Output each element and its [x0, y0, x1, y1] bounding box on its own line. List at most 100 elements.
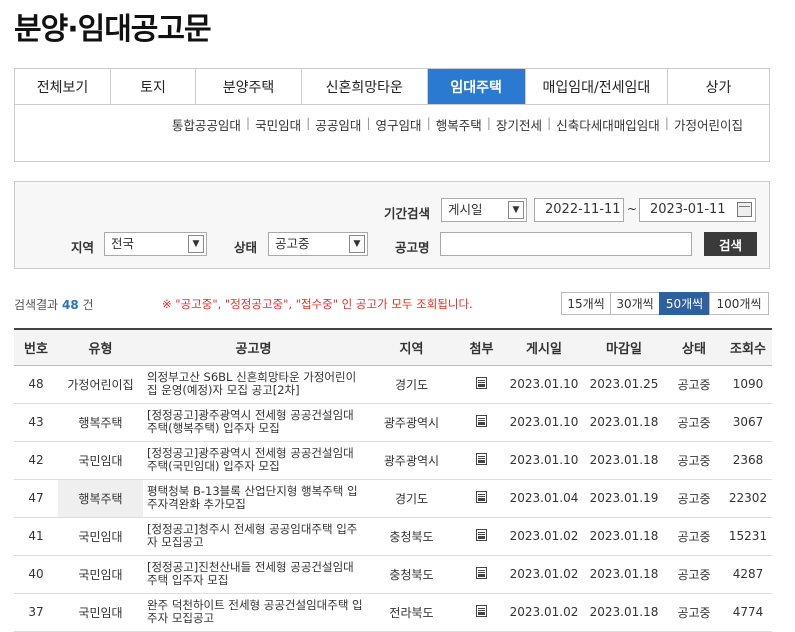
- cell-title-link[interactable]: 의정부고산 S6BL 신혼희망타운 가정어린이집 운영(예정)자 모집 공고[2…: [143, 365, 364, 404]
- table-header-row: 번호 유형 공고명 지역 첨부 게시일 마감일 상태 조회수: [14, 329, 772, 366]
- cell-status: 공고중: [664, 555, 724, 594]
- cell-title-link[interactable]: [정정공고]청주시 전세형 공공임대주택 입주자 모집공고: [143, 517, 364, 556]
- divider: |: [664, 115, 669, 130]
- result-suffix: 건: [82, 298, 94, 312]
- cell-no: 37: [14, 593, 58, 632]
- cell-no: 47: [14, 479, 58, 518]
- cell-attach[interactable]: [459, 479, 504, 518]
- cell-attach[interactable]: [459, 593, 504, 632]
- file-icon[interactable]: [476, 414, 487, 427]
- cell-title-link[interactable]: [정정공고]광주광역시 전세형 공공건설임대주택(국민임대) 입주자 모집: [143, 441, 364, 480]
- cell-no: 43: [14, 403, 58, 442]
- cell-attach[interactable]: [459, 441, 504, 480]
- cell-region: 광주광역시: [364, 441, 459, 480]
- subnav-permanent[interactable]: 영구임대: [376, 115, 422, 134]
- region-select[interactable]: 전국 ▼: [104, 232, 207, 256]
- status-select-value: 공고중: [275, 236, 310, 251]
- table-row[interactable]: 43 행복주택 [정정공고]광주광역시 전세형 공공건설임대주택(행복주택) 입…: [14, 403, 772, 442]
- page-size-100[interactable]: 100개씩: [709, 292, 769, 315]
- subnav-daycare[interactable]: 가정어린이집: [674, 115, 743, 134]
- file-icon[interactable]: [476, 490, 487, 503]
- table-row[interactable]: 41 국민임대 [정정공고]청주시 전세형 공공임대주택 입주자 모집공고 충청…: [14, 517, 772, 556]
- divider: |: [486, 115, 492, 130]
- result-count: 검색결과 48 건: [14, 296, 94, 313]
- tab-land[interactable]: 토지: [111, 69, 197, 104]
- calendar-icon[interactable]: [737, 202, 752, 217]
- cell-status: 공고중: [664, 365, 724, 404]
- page-size-50[interactable]: 50개씩: [659, 292, 710, 315]
- file-icon[interactable]: [476, 528, 487, 541]
- cell-type: 행복주택: [58, 403, 143, 442]
- region-select-value: 전국: [111, 236, 135, 251]
- cell-deadline: 2023.01.18: [584, 555, 664, 594]
- table-row[interactable]: 47 행복주택 평택청북 B-13블록 산업단지형 행복주택 입주자격완화 추가…: [14, 479, 772, 518]
- tab-purchase-lease[interactable]: 매입임대/전세임대: [526, 69, 669, 104]
- status-select[interactable]: 공고중 ▼: [268, 232, 368, 256]
- period-select[interactable]: 게시일 ▼: [441, 198, 527, 222]
- cell-status: 공고중: [664, 479, 724, 518]
- cell-status: 공고중: [664, 441, 724, 480]
- cell-posted: 2023.01.10: [504, 441, 584, 480]
- result-number: 48: [62, 298, 79, 312]
- cell-type: 국민임대: [58, 517, 143, 556]
- divider: |: [366, 115, 371, 130]
- table-row[interactable]: 37 국민임대 완주 덕천하이트 전세형 공공건설임대주택 입주자 모집공고 전…: [14, 593, 772, 632]
- cell-region: 광주광역시: [364, 403, 459, 442]
- cell-attach[interactable]: [459, 403, 504, 442]
- top-utility-links[interactable]: [605, 0, 641, 7]
- cell-attach[interactable]: [459, 365, 504, 404]
- cell-no: 48: [14, 365, 58, 404]
- col-header-posted: 게시일: [504, 329, 584, 366]
- cell-attach[interactable]: [459, 517, 504, 556]
- divider: |: [245, 115, 251, 130]
- col-header-region: 지역: [364, 329, 459, 366]
- category-tabs: 전체보기 토지 분양주택 신혼희망타운 임대주택 매입임대/전세임대 상가: [14, 68, 770, 105]
- notice-text: ※ "공고중", "정정공고중", "접수중" 인 공고가 모두 조회됩니다.: [162, 297, 473, 311]
- cell-region: 충청북도: [364, 555, 459, 594]
- subnav-integrated-public[interactable]: 통합공공임대: [172, 115, 241, 134]
- name-label: 공고명: [395, 240, 430, 255]
- table-row[interactable]: 42 국민임대 [정정공고]광주광역시 전세형 공공건설임대주택(국민임대) 입…: [14, 441, 772, 480]
- status-label: 상태: [234, 240, 258, 255]
- chevron-down-icon: ▼: [508, 201, 524, 219]
- subnav-public[interactable]: 공공임대: [315, 115, 361, 134]
- cell-status: 공고중: [664, 403, 724, 442]
- chevron-down-icon: ▼: [349, 235, 365, 253]
- subnav-long-term-jeonse[interactable]: 장기전세: [496, 115, 542, 134]
- tab-commercial[interactable]: 상가: [668, 69, 769, 104]
- cell-region: 전라북도: [364, 593, 459, 632]
- tab-rental-housing[interactable]: 임대주택: [427, 69, 526, 104]
- cell-status: 공고중: [664, 517, 724, 556]
- table-row[interactable]: 40 국민임대 [정정공고]진천산내들 전세형 공공건설임대주택 입주자 모집 …: [14, 555, 772, 594]
- subnav-national[interactable]: 국민임대: [255, 115, 301, 134]
- file-icon[interactable]: [476, 604, 487, 617]
- region-label: 지역: [71, 240, 95, 255]
- page-title: 분양·임대공고문: [14, 12, 212, 47]
- tab-newlywed-town[interactable]: 신혼희망타운: [302, 69, 428, 104]
- cell-title-link[interactable]: [정정공고]진천산내들 전세형 공공건설임대주택 입주자 모집: [143, 555, 364, 594]
- cell-title-link[interactable]: 평택청북 B-13블록 산업단지형 행복주택 입주자격완화 추가모집: [143, 479, 364, 518]
- divider: |: [547, 115, 552, 130]
- name-input[interactable]: [440, 232, 692, 256]
- col-header-attach: 첨부: [459, 329, 504, 366]
- page-size-30[interactable]: 30개씩: [610, 292, 660, 315]
- cell-region: 경기도: [364, 479, 459, 518]
- date-to-field[interactable]: 2023-01-11: [639, 198, 756, 222]
- page-size-group: 15개씩 30개씩 50개씩 100개씩: [561, 292, 769, 315]
- tab-all[interactable]: 전체보기: [15, 69, 111, 104]
- cell-attach[interactable]: [459, 555, 504, 594]
- cell-title-link[interactable]: 완주 덕천하이트 전세형 공공건설임대주택 입주자 모집공고: [143, 593, 364, 632]
- table-row[interactable]: 48 가정어린이집 의정부고산 S6BL 신혼희망타운 가정어린이집 운영(예정…: [14, 365, 772, 404]
- subnav-happy-housing[interactable]: 행복주택: [436, 115, 482, 134]
- cell-posted: 2023.01.02: [504, 517, 584, 556]
- search-button[interactable]: 검색: [704, 232, 757, 256]
- date-from-field[interactable]: 2022-11-11: [534, 198, 624, 222]
- subnav-new-multi-family[interactable]: 신축다세대매입임대: [556, 115, 660, 134]
- cell-title-link[interactable]: [정정공고]광주광역시 전세형 공공건설임대주택(행복주택) 입주자 모집: [143, 403, 364, 442]
- tab-sale-housing[interactable]: 분양주택: [196, 69, 302, 104]
- file-icon[interactable]: [476, 566, 487, 579]
- page-size-15[interactable]: 15개씩: [561, 292, 611, 315]
- cell-type: 국민임대: [58, 593, 143, 632]
- file-icon[interactable]: [476, 452, 487, 465]
- file-icon[interactable]: [476, 376, 487, 389]
